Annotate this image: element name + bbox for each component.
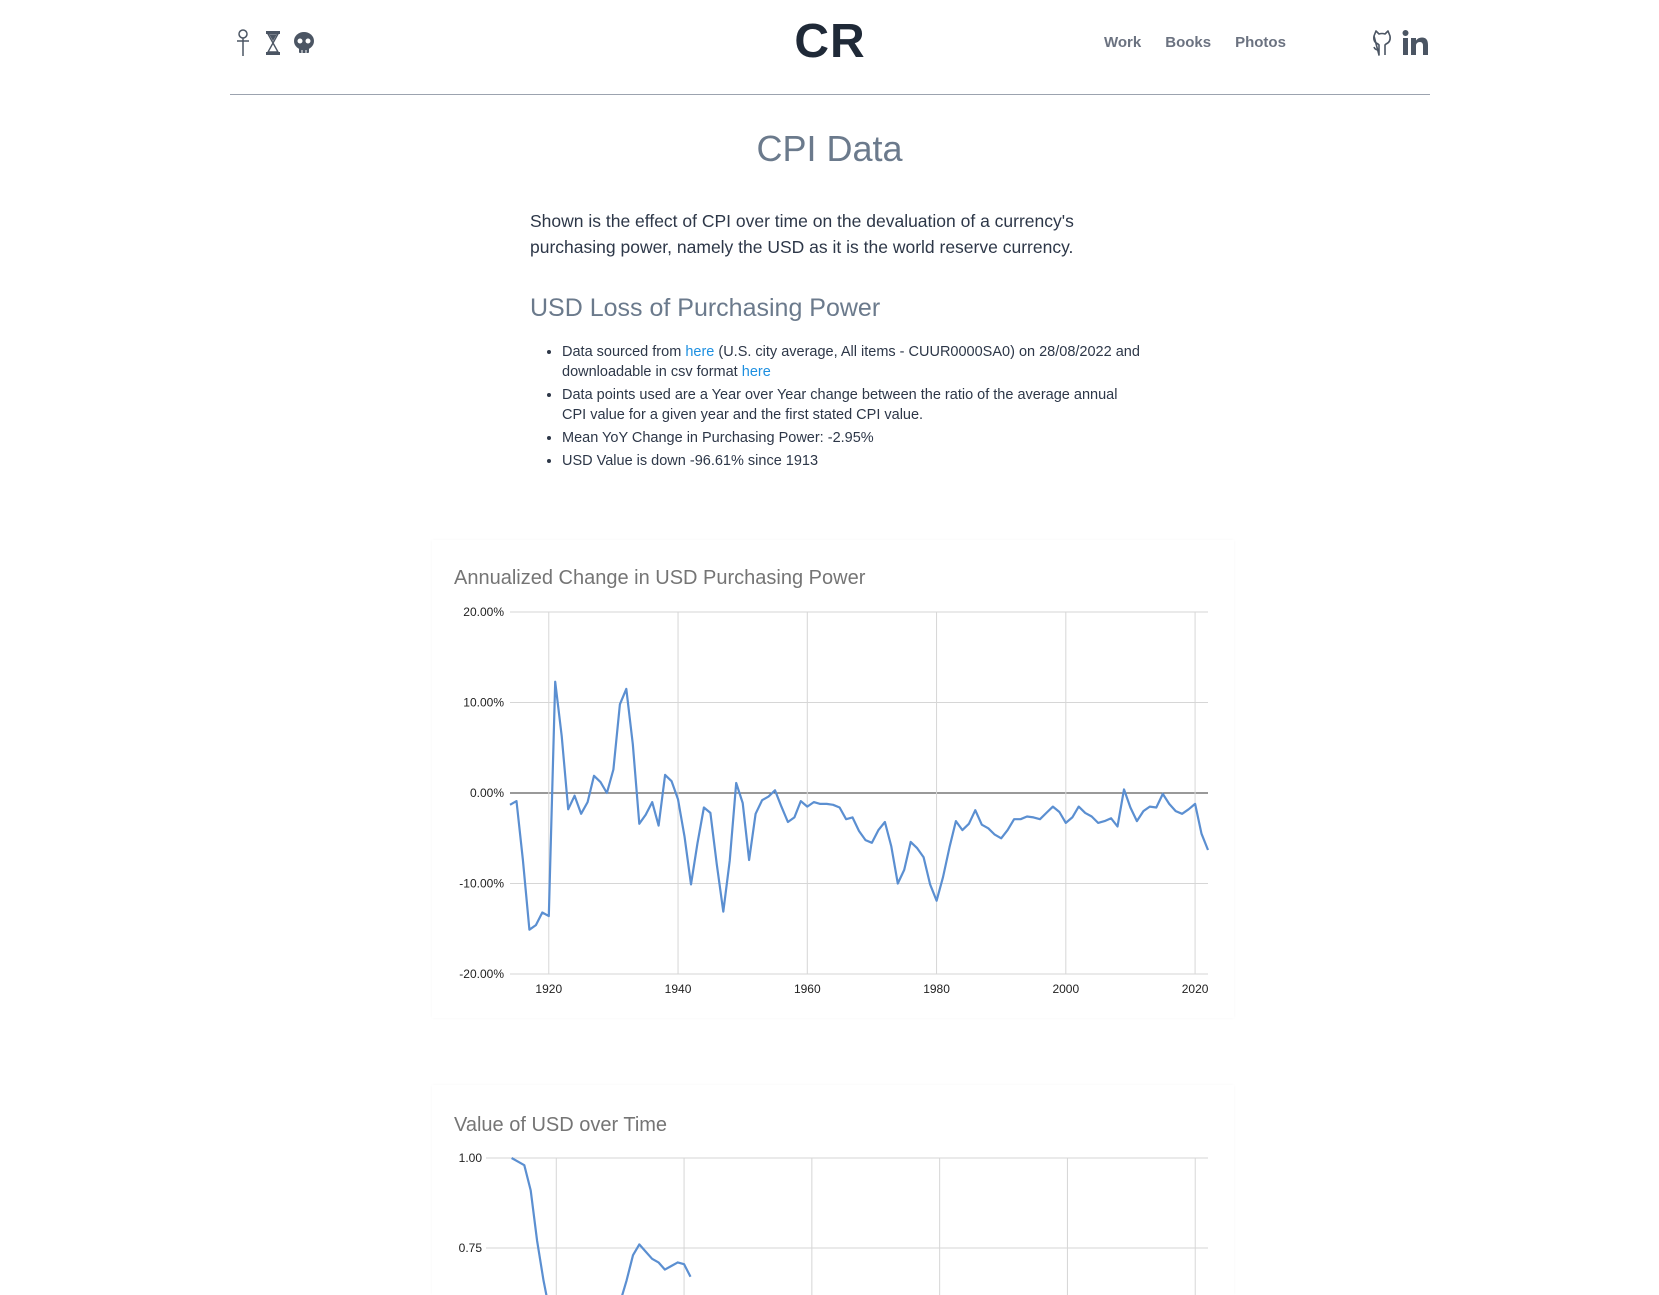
linkedin-icon[interactable]	[1402, 28, 1430, 62]
list-item: Data points used are a Year over Year ch…	[562, 385, 1142, 425]
y-tick-label: 20.00%	[463, 605, 504, 619]
yoy-change-chart: Annualized Change in USD Purchasing Powe…	[432, 540, 1234, 1018]
list-item: Mean YoY Change in Purchasing Power: -2.…	[562, 428, 1142, 448]
info-list: Data sourced from here (U.S. city averag…	[530, 342, 1142, 474]
y-tick-label: -20.00%	[459, 967, 504, 981]
hourglass-icon[interactable]	[262, 28, 284, 58]
header-left-icons	[232, 28, 314, 58]
nav-work[interactable]: Work	[1104, 34, 1141, 51]
y-tick-label: 0.00%	[470, 786, 504, 800]
nav-photos[interactable]: Photos	[1235, 34, 1286, 51]
bullet-text: Data sourced from	[562, 344, 686, 360]
yoy-change-chart-svg: Annualized Change in USD Purchasing Powe…	[454, 567, 1210, 996]
y-tick-label: -10.00%	[459, 877, 504, 891]
site-header: CR Work Books Photos	[230, 0, 1430, 95]
ankh-icon[interactable]	[232, 28, 254, 58]
series-line	[509, 680, 1210, 931]
x-tick-label: 2000	[1052, 982, 1079, 996]
x-tick-label: 1940	[665, 982, 692, 996]
x-tick-label: 1980	[923, 982, 950, 996]
section-title: USD Loss of Purchasing Power	[530, 294, 881, 322]
y-tick-label: 1.00	[459, 1151, 483, 1165]
source-link[interactable]: here	[685, 344, 714, 360]
y-tick-label: 10.00%	[463, 696, 504, 710]
site-logo[interactable]: CR	[794, 14, 865, 69]
main-nav: Work Books Photos	[1104, 34, 1286, 51]
usd-value-chart-svg: Value of USD over Time 1.00 0.75	[454, 1114, 1208, 1295]
csv-link[interactable]: here	[742, 364, 771, 380]
chart-title: Value of USD over Time	[454, 1114, 667, 1136]
header-right-icons	[1370, 28, 1430, 62]
chart-title: Annualized Change in USD Purchasing Powe…	[454, 567, 866, 589]
y-tick-label: 0.75	[459, 1241, 483, 1255]
usd-value-chart: Value of USD over Time 1.00 0.75	[432, 1085, 1234, 1295]
nav-books[interactable]: Books	[1165, 34, 1211, 51]
list-item: Data sourced from here (U.S. city averag…	[562, 342, 1142, 382]
list-item: USD Value is down -96.61% since 1913	[562, 451, 1142, 471]
x-tick-label: 1920	[535, 982, 562, 996]
page-title: CPI Data	[756, 128, 903, 169]
x-tick-label: 1960	[794, 982, 821, 996]
series-line	[511, 1157, 692, 1295]
github-icon[interactable]	[1370, 28, 1394, 62]
x-tick-label: 2020	[1182, 982, 1209, 996]
intro-text: Shown is the effect of CPI over time on …	[530, 211, 1074, 257]
skull-icon[interactable]	[292, 28, 314, 58]
